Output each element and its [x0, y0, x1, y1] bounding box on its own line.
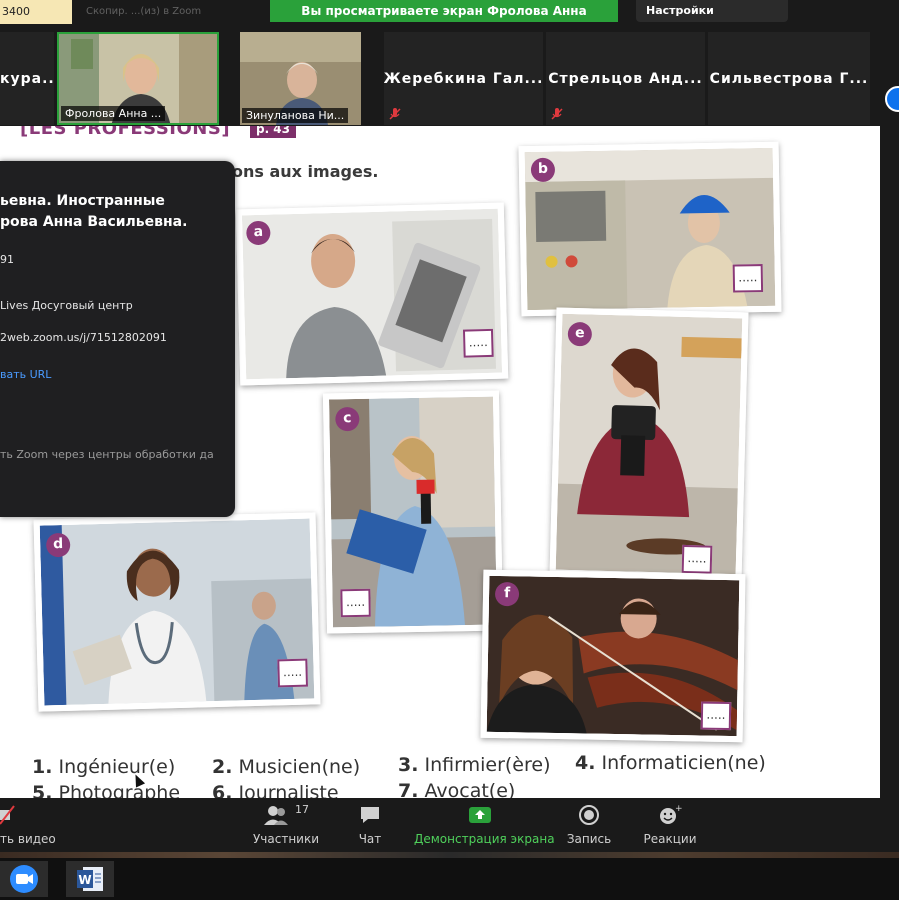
- meeting-organizer: Lives Досуговый центр: [0, 299, 133, 312]
- photo-e: e .....: [549, 307, 749, 581]
- share-screen-icon: [414, 802, 546, 828]
- chat-label: Чат: [358, 832, 382, 846]
- os-taskbar: [0, 852, 899, 900]
- record-icon: [564, 802, 614, 828]
- reactions-label: Реакции: [643, 832, 697, 846]
- participant-tile[interactable]: кура...: [0, 32, 54, 125]
- meeting-info-popup: ьевна. Иностранные рова Анна Васильевна.…: [0, 161, 235, 517]
- screen-share-banner: Вы просматриваете экран Фролова Анна Вас…: [270, 0, 618, 40]
- word-item-7: 7. Avocat(e): [398, 780, 516, 798]
- exercise-instruction: ons aux images.: [232, 162, 379, 181]
- participant-name: Жеребкина Гал...: [384, 70, 543, 87]
- nurse-photo: [39, 518, 315, 706]
- photographer-photo: [555, 313, 743, 575]
- page-tag: p. 43: [250, 126, 296, 138]
- screen-edge: [880, 126, 899, 798]
- datacenter-notice: ть Zoom через центры обработки да: [0, 448, 214, 461]
- reactions-button[interactable]: + Реакции: [642, 802, 698, 846]
- taskbar-wallpaper-strip: [0, 852, 899, 858]
- participant-tile[interactable]: Жеребкина Гал...: [384, 32, 543, 125]
- answer-box-e: .....: [681, 544, 713, 574]
- answer-box-f: .....: [700, 701, 732, 731]
- share-screen-label: Демонстрация экрана: [414, 832, 555, 846]
- participant-tile[interactable]: Стрельцов Анд...: [546, 32, 705, 125]
- participants-icon: 17: [250, 802, 322, 828]
- word-item-2: 2. Musicien(ne): [212, 756, 361, 778]
- next-page-icon[interactable]: [885, 86, 899, 112]
- photo-d: d .....: [33, 512, 321, 712]
- participant-caption: Фролова Анна ...: [61, 106, 166, 121]
- zoom-app-icon[interactable]: [0, 861, 48, 897]
- record-button[interactable]: Запись: [564, 802, 614, 846]
- participants-count: 17: [295, 802, 309, 816]
- word-item-3: 3. Infirmier(ère): [398, 754, 551, 776]
- photo-f: f .....: [480, 569, 746, 743]
- participant-video-tile[interactable]: Фролова Анна ...: [57, 32, 219, 125]
- answer-box-b: .....: [732, 264, 764, 293]
- reactions-icon: +: [642, 802, 698, 828]
- meeting-id-fragment: 91: [0, 253, 14, 266]
- chat-button[interactable]: Чат: [350, 802, 390, 846]
- meeting-toolbar: ть видео 17 Участники Чат Демонстрация э…: [0, 798, 899, 852]
- textbook-header: [LES PROFESSIONS]: [20, 126, 231, 139]
- word-item-1: 1. Ingénieur(e): [32, 756, 176, 778]
- meeting-id: 3400: [0, 0, 72, 24]
- ghost-notification: Скопир. ...(из) в Zoom: [86, 6, 202, 17]
- participant-video-tile[interactable]: Зинуланова Ни...: [240, 32, 361, 125]
- svg-text:+: +: [675, 804, 682, 814]
- participant-gallery: кура... Фролова Анна ... Зинуланова Ни..…: [0, 24, 899, 126]
- start-video-label: ть видео: [0, 832, 56, 846]
- mic-muted-icon: [551, 108, 563, 120]
- top-bar: 3400 Скопир. ...(из) в Zoom Вы просматри…: [0, 0, 899, 40]
- participant-tile[interactable]: Сильвестрова Г...: [708, 32, 870, 125]
- participant-name: Сильвестрова Г...: [709, 70, 869, 87]
- answer-box-d: .....: [277, 658, 308, 688]
- svg-text:W: W: [78, 873, 91, 887]
- share-screen-button[interactable]: Демонстрация экрана: [414, 802, 555, 846]
- answer-box-a: .....: [462, 328, 494, 358]
- photo-b: b .....: [518, 141, 782, 317]
- join-url[interactable]: 2web.zoom.us/j/71512802091: [0, 331, 167, 344]
- photo-c: c .....: [322, 390, 504, 634]
- chat-icon: [350, 802, 390, 828]
- answer-box-c: .....: [340, 588, 371, 618]
- word-item-4: 4. Informaticien(ne): [575, 752, 766, 774]
- participants-label: Участники: [252, 832, 320, 846]
- mic-muted-icon: [389, 108, 401, 120]
- participant-name: Стрельцов Анд...: [548, 70, 703, 87]
- copy-url-link[interactable]: вать URL: [0, 368, 51, 381]
- participants-button[interactable]: 17 Участники: [250, 802, 322, 847]
- word-item-5: 5. Photographe: [32, 782, 181, 798]
- view-settings-button[interactable]: Настройки просмотра⌄: [636, 0, 788, 39]
- word-item-6: 6. Journaliste: [212, 782, 339, 798]
- meeting-title: ьевна. Иностранные рова Анна Васильевна.: [0, 193, 188, 230]
- participant-caption: Зинуланова Ни...: [242, 108, 349, 123]
- word-app-icon[interactable]: W: [66, 861, 114, 897]
- photo-a: a .....: [235, 202, 509, 386]
- video-off-icon: [0, 802, 60, 828]
- record-label: Запись: [566, 832, 612, 846]
- start-video-button[interactable]: ть видео: [0, 802, 60, 846]
- participant-name: кура...: [0, 70, 54, 87]
